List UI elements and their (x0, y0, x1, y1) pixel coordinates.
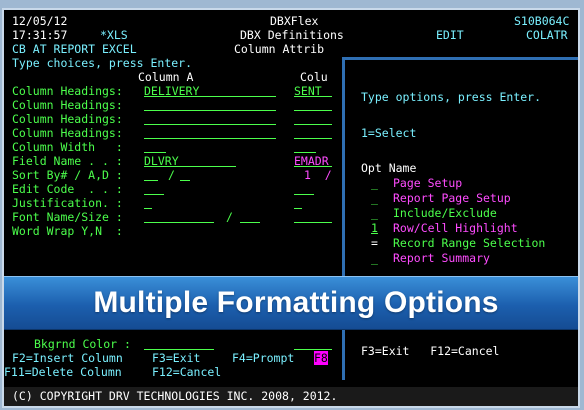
field-label: Field Name . . : (12, 154, 123, 168)
option-input[interactable]: _ (371, 191, 378, 205)
column-a-input[interactable] (144, 196, 152, 209)
option-report-page-setup: Report Page Setup (393, 191, 511, 205)
f3-exit[interactable]: F3=Exit (152, 351, 200, 365)
column-b-value: 1 / (304, 168, 332, 182)
user-id: COLATR (526, 28, 568, 42)
copyright-bar: (C) COPYRIGHT DRV TECHNOLOGIES INC. 2008… (4, 387, 578, 406)
option-input[interactable]: = (371, 236, 378, 250)
f4-prompt[interactable]: F4=Prompt (232, 351, 294, 365)
column-b-input[interactable] (294, 98, 332, 111)
copyright: (C) COPYRIGHT DRV TECHNOLOGIES INC. 2008… (12, 389, 338, 403)
select-hint: 1=Select (361, 126, 417, 140)
field-label: Font Name/Size : (12, 210, 123, 224)
f8-key[interactable]: F8 (314, 351, 328, 365)
column-a-input[interactable] (144, 140, 166, 153)
mode: *XLS (100, 28, 128, 42)
column-a-value: DLVRY (144, 154, 179, 168)
option-list-header: Opt Name (361, 161, 417, 175)
column-a-input[interactable] (144, 98, 276, 111)
sort-input[interactable] (144, 168, 158, 181)
column-b-input[interactable] (294, 112, 332, 125)
option-page-setup: Page Setup (393, 176, 463, 190)
column-b-input[interactable] (294, 210, 332, 223)
option-input[interactable]: _ (371, 251, 378, 265)
time: 17:31:57 (12, 28, 68, 42)
options-window: Type options, press Enter. 1=Select Opt … (342, 57, 578, 380)
field-label: Column Headings: (12, 126, 123, 140)
column-a-input[interactable] (144, 182, 164, 195)
column-b-header: Colu (300, 70, 328, 84)
f2-insert-column[interactable]: F2=Insert Column (12, 351, 123, 365)
banner-title: Multiple Formatting Options (93, 286, 499, 319)
font-name-input[interactable] (144, 210, 214, 223)
column-a-input[interactable] (144, 112, 276, 125)
column-b-input[interactable] (294, 182, 314, 195)
date: 12/05/12 (12, 14, 68, 28)
f11-delete-column[interactable]: F11=Delete Column (4, 365, 122, 379)
instruction: Type choices, press Enter. (12, 56, 193, 70)
direction-input[interactable] (180, 168, 190, 181)
field-label: Sort By# / A,D : (12, 168, 123, 182)
screen-title: DBX Definitions (240, 28, 344, 42)
option-report-summary: Report Summary (393, 251, 490, 265)
field-label: Justification. : (12, 196, 123, 210)
field-label: Column Headings: (12, 112, 123, 126)
column-b-value: EMADR (294, 154, 329, 168)
bkgrnd-color-input[interactable] (144, 337, 214, 350)
f12-cancel[interactable]: F12=Cancel (152, 365, 221, 379)
column-b-input[interactable] (294, 196, 302, 209)
option-input[interactable]: _ (371, 176, 378, 190)
column-b-input[interactable] (294, 126, 332, 139)
subtitle: Column Attrib (234, 42, 325, 56)
font-separator: / (226, 210, 233, 224)
column-a-value: DELIVERY (144, 84, 200, 98)
field-label: Column Headings: (12, 98, 123, 112)
field-row: Bkgrnd Color : (4, 337, 578, 351)
column-b-input[interactable] (294, 337, 332, 350)
column-a-input[interactable] (144, 126, 276, 139)
edit-label: EDIT (436, 28, 464, 42)
column-b-value: SENT (294, 84, 322, 98)
option-include-exclude: Include/Exclude (393, 206, 497, 220)
field-label: Column Width : (12, 140, 123, 154)
column-a-header: Column A (138, 70, 194, 84)
feature-banner: Multiple Formatting Options (4, 276, 578, 330)
app-name: DBXFlex (270, 14, 319, 28)
field-label: Edit Code . . : (12, 182, 123, 196)
option-record-range-selection: Record Range Selection (393, 236, 546, 250)
column-b-input[interactable] (294, 140, 316, 153)
report-name: CB AT REPORT EXCEL (12, 42, 137, 56)
field-label: Column Headings: (12, 84, 123, 98)
font-size-input[interactable] (240, 210, 260, 223)
field-label: Word Wrap Y,N : (12, 224, 123, 238)
panel-instruction: Type options, press Enter. (361, 90, 542, 104)
sort-separator: / (168, 168, 175, 182)
option-row-cell-highlight: Row/Cell Highlight (393, 221, 518, 235)
program-id: S10B064C (514, 14, 570, 28)
option-input[interactable]: _ (371, 206, 378, 220)
bkgrnd-label: Bkgrnd Color : (34, 337, 131, 351)
option-input[interactable]: 1 (371, 221, 378, 235)
terminal-screen: 12/05/12 DBXFlex S10B064C 17:31:57 *XLS … (4, 10, 578, 406)
